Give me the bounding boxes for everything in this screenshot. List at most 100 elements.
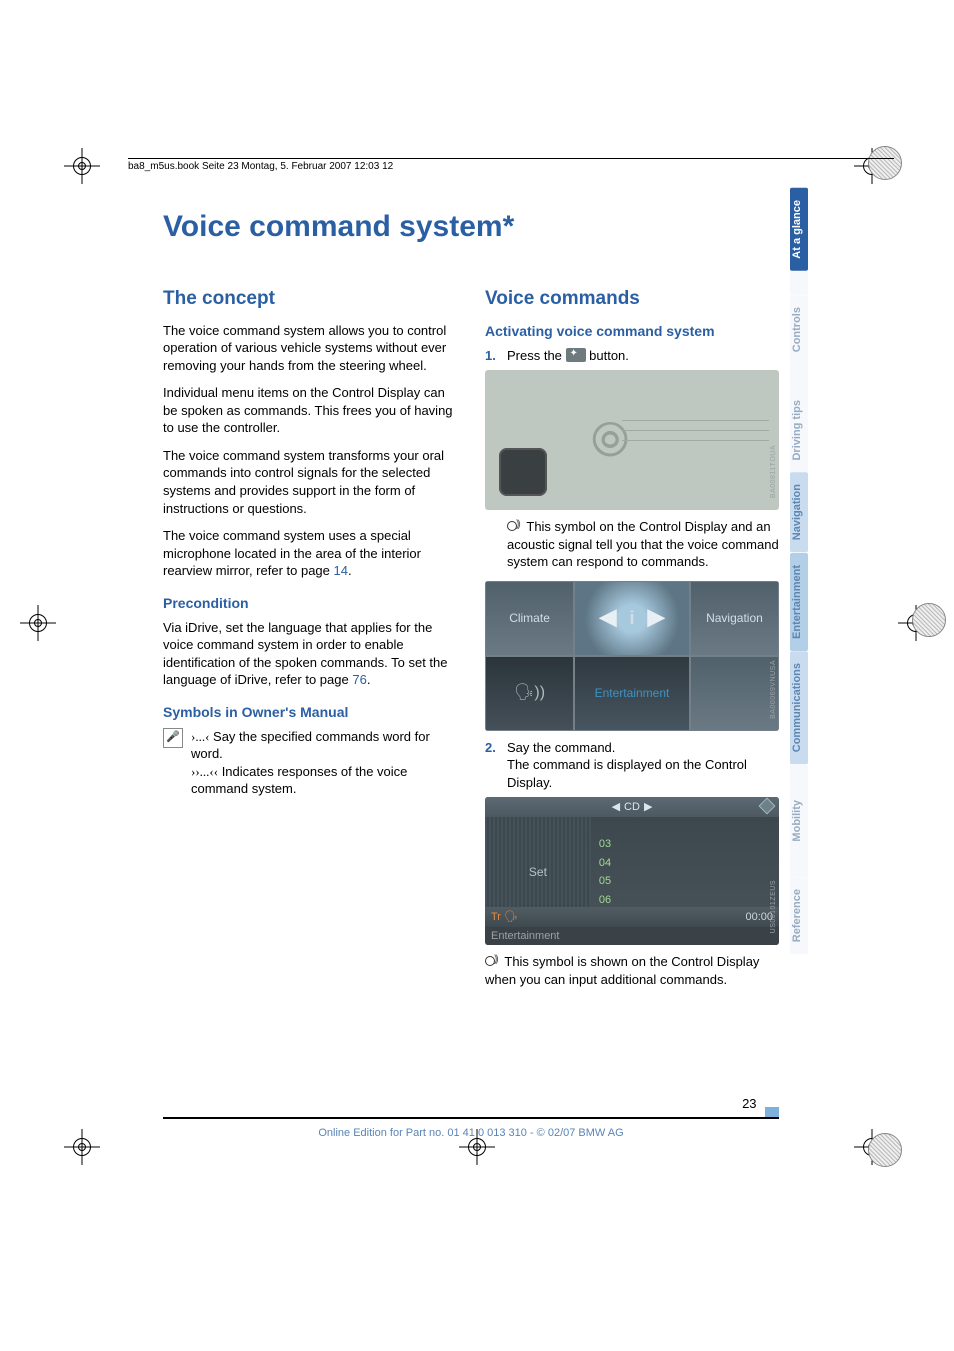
after-figure-3-text: This symbol is shown on the Control Disp…	[485, 954, 759, 987]
response-marker: ››...‹‹	[191, 764, 218, 779]
register-mark	[64, 1129, 100, 1165]
idrive-navigation: Navigation	[690, 581, 779, 656]
concept-para-2: Individual menu items on the Control Dis…	[163, 384, 457, 437]
hatch-circle-icon	[912, 603, 946, 637]
idrive-blank	[690, 656, 779, 731]
track-04: 04	[599, 856, 771, 871]
tab-spacer	[790, 853, 808, 877]
right-column: Voice commands Activating voice command …	[485, 286, 779, 998]
cd-tr-label: Tr 🗣	[491, 910, 518, 925]
step-1-text-b: button.	[586, 348, 629, 363]
heading-concept: The concept	[163, 286, 457, 312]
page-footer: 23	[163, 1095, 779, 1119]
cd-top-bar: ◀ CD ▶	[485, 797, 779, 817]
register-mark	[20, 605, 56, 641]
tab-controls[interactable]: Controls	[790, 295, 808, 364]
symbol-2-text: Indicates responses of the voice command…	[191, 764, 407, 797]
cd-status-bar: Tr 🗣 00:00	[485, 907, 779, 927]
tab-spacer	[790, 271, 808, 295]
step-1: 1. Press the button.	[485, 347, 779, 365]
precondition-para: Via iDrive, set the language that applie…	[163, 619, 457, 689]
figure-code-2: BA00069VNUSA	[769, 660, 778, 719]
tab-communications[interactable]: Communications	[790, 651, 808, 764]
after-figure-1-text: This symbol on the Control Display and a…	[507, 519, 779, 569]
page-ref-76[interactable]: 76	[352, 672, 366, 687]
tab-spacer	[790, 764, 808, 788]
track-03: 03	[599, 837, 771, 852]
figure-cd-display: ◀ CD ▶ Set 03 04 05 06	[485, 797, 779, 945]
dashboard-lines	[622, 420, 769, 460]
tab-spacer	[790, 364, 808, 388]
print-meta-text: ba8_m5us.book Seite 23 Montag, 5. Februa…	[128, 161, 393, 172]
arrow-right-icon: ▶	[648, 602, 665, 632]
symbol-2-line: ››...‹‹ Indicates responses of the voice…	[191, 763, 457, 798]
step-2: 2. Say the command. The command is displ…	[485, 739, 779, 792]
step-1-number: 1.	[485, 347, 496, 365]
cd-label: CD	[624, 800, 640, 815]
diamond-icon	[759, 798, 776, 815]
voice-prompt-icon	[485, 954, 499, 968]
figure-idrive-menu: Climate ◀ i ▶ Navigation 🗣)) Entertainme…	[485, 581, 779, 731]
after-figure-3: This symbol is shown on the Control Disp…	[485, 953, 779, 988]
page-ref-14[interactable]: 14	[334, 563, 348, 578]
idrive-voice-icon: 🗣))	[485, 656, 574, 731]
cd-prev-icon: ◀	[612, 800, 620, 815]
tab-at-a-glance[interactable]: At a glance	[790, 188, 808, 271]
print-meta-line: ba8_m5us.book Seite 23 Montag, 5. Februa…	[128, 158, 894, 172]
online-edition-line: Online Edition for Part no. 01 41 0 013 …	[163, 1127, 779, 1139]
figure-dashboard: 🗣	[485, 370, 779, 510]
tab-reference[interactable]: Reference	[790, 877, 808, 954]
register-mark	[854, 1129, 890, 1165]
say-command-marker: ›...‹	[191, 729, 209, 744]
concept-para-3: The voice command system transforms your…	[163, 447, 457, 517]
tab-driving-tips[interactable]: Driving tips	[790, 388, 808, 473]
heading-precondition: Precondition	[163, 594, 457, 613]
concept-para-4-text: The voice command system uses a special …	[163, 528, 421, 578]
concept-para-4: The voice command system uses a special …	[163, 527, 457, 580]
page-title: Voice command system*	[163, 210, 779, 244]
mic-icon: 🎤	[163, 728, 183, 748]
step-2-text-a: Say the command.	[507, 740, 615, 755]
left-column: The concept The voice command system all…	[163, 286, 457, 998]
idrive-grid: Climate ◀ i ▶ Navigation 🗣)) Entertainme…	[485, 581, 779, 731]
figure-code-3: US00101ZEUS	[769, 880, 778, 933]
step-1-text-a: Press the	[507, 348, 566, 363]
register-mark	[64, 148, 100, 184]
symbol-1-line: ›...‹ Say the specified commands word fo…	[191, 728, 457, 763]
idrive-info-icon: ◀ i ▶	[574, 581, 690, 656]
register-mark	[898, 605, 934, 641]
page-content: Voice command system* The concept The vo…	[163, 210, 779, 1151]
track-06: 06	[599, 893, 771, 908]
figure-code-1: BA00811TOUA	[769, 445, 778, 498]
heading-voice-commands: Voice commands	[485, 286, 779, 312]
idrive-entertainment: Entertainment	[574, 656, 690, 731]
hatch-circle-icon	[868, 1133, 902, 1167]
idrive-info-label: i	[629, 608, 634, 628]
heading-symbols: Symbols in Owner's Manual	[163, 703, 457, 722]
cd-tr-text: Tr	[491, 911, 501, 923]
voice-prompt-icon	[507, 519, 521, 533]
step-2-number: 2.	[485, 739, 496, 757]
arrow-left-icon: ◀	[599, 602, 616, 632]
section-tabs: At a glance Controls Driving tips Naviga…	[790, 188, 808, 955]
tab-navigation[interactable]: Navigation	[790, 472, 808, 552]
cd-entertainment-label: Entertainment	[485, 927, 779, 945]
precondition-text: Via iDrive, set the language that applie…	[163, 620, 447, 688]
tab-mobility[interactable]: Mobility	[790, 788, 808, 854]
cd-next-icon: ▶	[644, 800, 652, 815]
after-figure-1: This symbol on the Control Display and a…	[507, 518, 779, 571]
step-1-body: Press the button.	[507, 347, 779, 365]
talk-button-icon	[566, 348, 586, 362]
symbol-1-text: Say the specified commands word for word…	[191, 729, 430, 762]
heading-activating: Activating voice command system	[485, 322, 779, 341]
track-05: 05	[599, 874, 771, 889]
tab-entertainment[interactable]: Entertainment	[790, 553, 808, 651]
step-2-body: Say the command. The command is displaye…	[507, 739, 779, 792]
talk-icon: 🗣	[511, 460, 534, 484]
symbol-row-1: 🎤 ›...‹ Say the specified commands word …	[163, 728, 457, 798]
page-number: 23	[742, 1096, 756, 1111]
footer-marker	[765, 1107, 779, 1117]
step-2-text-b: The command is displayed on the Control …	[507, 757, 747, 790]
concept-para-1: The voice command system allows you to c…	[163, 322, 457, 375]
idrive-climate: Climate	[485, 581, 574, 656]
